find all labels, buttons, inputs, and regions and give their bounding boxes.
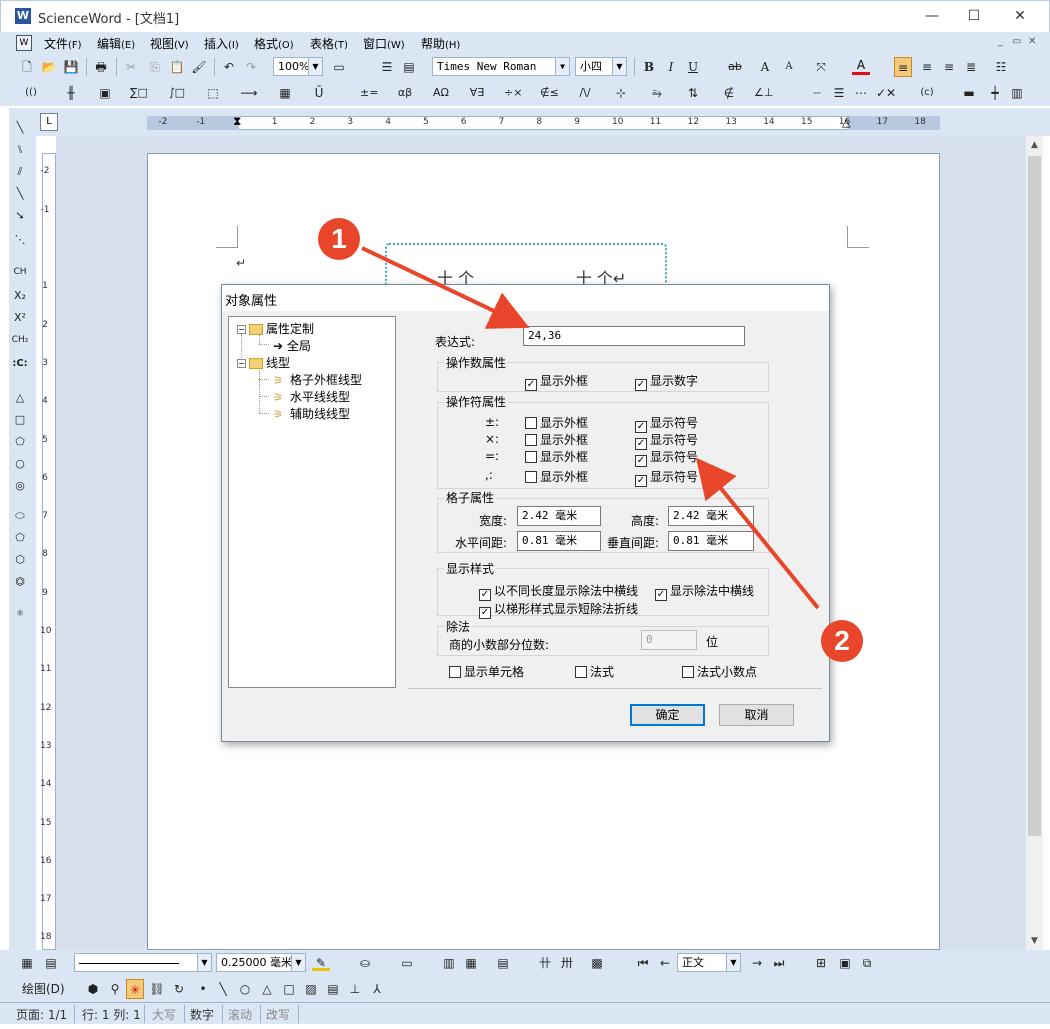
- paragraph-style-select[interactable]: 正文 ▼: [677, 953, 741, 972]
- annotation-badge-1: 1: [318, 218, 360, 260]
- chevron-down-icon: ▼: [291, 954, 305, 971]
- status-scroll: 滚动: [228, 1008, 253, 1022]
- 3d-shape-icon[interactable]: ⬢: [84, 979, 102, 999]
- node-edit-icon[interactable]: ⛓: [148, 979, 166, 999]
- annotation-badge-2: 2: [821, 620, 863, 662]
- drawing-toolbar-bottom: 绘图(D) ⬢ ⚲ ✳ ⛓ ↻ • ╲ ○ △ □ ▨ ▤ ⊥ ⅄: [0, 976, 1050, 1002]
- rectangle-draw-icon[interactable]: □: [280, 979, 298, 999]
- status-page: 页面: 1/1: [16, 1008, 68, 1022]
- status-num: 数字: [190, 1008, 215, 1022]
- pin-icon[interactable]: ⚲: [106, 979, 124, 999]
- last-page-icon[interactable]: ⏭: [770, 953, 788, 973]
- previous-page-icon[interactable]: ←: [656, 953, 674, 973]
- annotation-arrows: [361, 246, 820, 610]
- chevron-down-icon: ▼: [726, 954, 740, 971]
- triangle-draw-icon[interactable]: △: [258, 979, 276, 999]
- arrow-to-expression: [361, 246, 530, 329]
- chevron-down-icon: ▼: [197, 954, 211, 971]
- next-page-icon[interactable]: →: [748, 953, 766, 973]
- grid-lines-icon[interactable]: ▩: [588, 953, 606, 973]
- first-page-icon[interactable]: ⏮: [634, 953, 652, 973]
- textbox-draw-icon[interactable]: ▤: [324, 979, 342, 999]
- coordinate-draw-icon[interactable]: ⅄: [368, 979, 386, 999]
- ellipse-draw-icon[interactable]: ○: [236, 979, 254, 999]
- highlight-pen-icon[interactable]: ✎: [312, 953, 330, 971]
- arrow-to-show-symbol: [695, 457, 820, 610]
- table-icon[interactable]: ▦: [18, 953, 36, 973]
- delete-column-icon[interactable]: 卅: [558, 953, 576, 973]
- status-caps: 大写: [152, 1008, 177, 1022]
- line-width-select[interactable]: 0.25000 毫米· ▼: [216, 953, 306, 972]
- split-cells-icon[interactable]: ▦: [462, 953, 480, 973]
- rotate-icon[interactable]: ↻: [170, 979, 188, 999]
- axis-draw-icon[interactable]: ⊥: [346, 979, 364, 999]
- page-setup-icon[interactable]: ▣: [836, 953, 854, 973]
- image-draw-icon[interactable]: ▨: [302, 979, 320, 999]
- fill-bucket-icon[interactable]: ⛀: [356, 953, 374, 973]
- point-tool-icon[interactable]: •: [194, 979, 212, 999]
- insert-column-icon[interactable]: 卄: [536, 953, 554, 973]
- draw-menu-button[interactable]: 绘图(D): [22, 979, 65, 999]
- line-draw-icon[interactable]: ╲: [214, 979, 232, 999]
- line-style-select[interactable]: ▼: [74, 953, 212, 972]
- outline-icon[interactable]: ⊞: [812, 953, 830, 973]
- status-bar: 页面: 1/1 行: 1 列: 1 大写 数字 滚动 改写: [0, 1002, 1050, 1024]
- merge-cells-icon[interactable]: ▥: [440, 953, 458, 973]
- sparkle-icon[interactable]: ✳: [126, 979, 144, 999]
- cell-align-icon[interactable]: ▤: [494, 953, 512, 973]
- format-toolbar-bottom: ▦ ▤ ▼ 0.25000 毫米· ▼ ✎ ⛀ ▭ ▥ ▦ ▤ 卄 卅 ▩ ⏮ ←…: [0, 950, 1050, 976]
- status-row-col: 行: 1 列: 1: [82, 1008, 141, 1022]
- status-overwrite: 改写: [266, 1008, 291, 1022]
- table-edit-icon[interactable]: ▤: [42, 953, 60, 973]
- border-icon[interactable]: ▭: [398, 953, 416, 973]
- preview-icon[interactable]: ⧉: [858, 953, 876, 973]
